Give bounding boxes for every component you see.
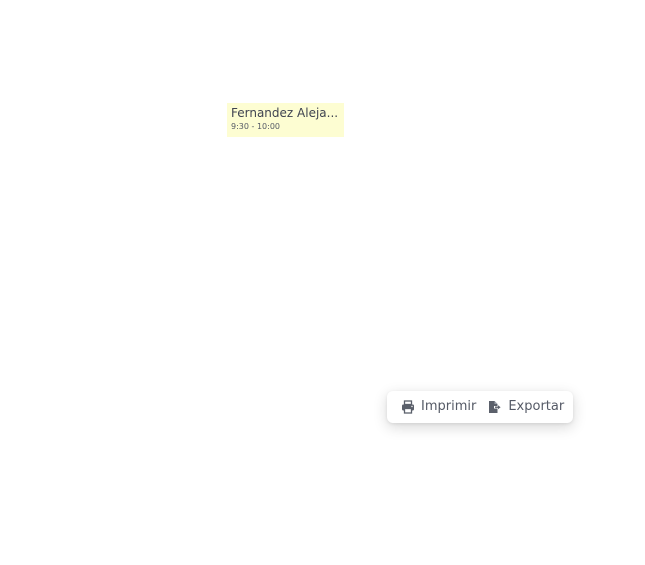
print-button[interactable]: Imprimir xyxy=(401,399,476,415)
event-time: 9:30 - 10:00 xyxy=(231,122,280,131)
export-label: Exportar xyxy=(508,399,565,414)
action-toolbar: Imprimir Exportar xyxy=(387,391,573,423)
file-export-icon xyxy=(488,400,502,414)
export-button[interactable]: Exportar xyxy=(488,399,564,415)
event-title: Fernandez Aleja... xyxy=(231,106,339,120)
printer-icon xyxy=(401,400,415,414)
print-label: Imprimir xyxy=(421,399,477,414)
calendar-event[interactable]: Fernandez Aleja... 9:30 - 10:00 xyxy=(227,103,344,137)
